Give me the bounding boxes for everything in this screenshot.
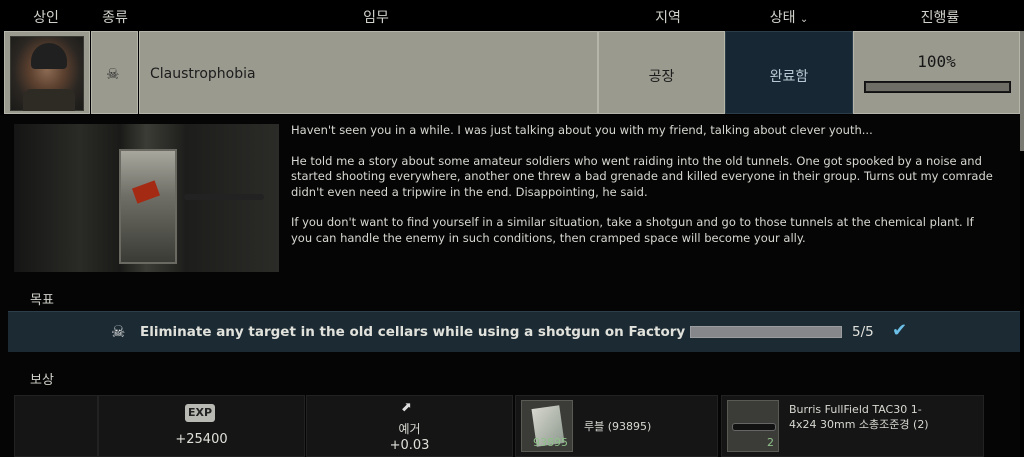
- header-status-label: 상태: [769, 10, 796, 26]
- reputation-value: +0.03: [389, 438, 430, 453]
- header-progress: 진행률: [920, 10, 960, 26]
- objective-count: 5/5: [852, 324, 874, 340]
- quest-type-cell: ☠: [91, 31, 138, 114]
- money-label: 루블 (93895): [584, 418, 651, 434]
- scrollbar[interactable]: [1020, 31, 1024, 151]
- quest-location: 공장: [648, 69, 675, 85]
- money-name: 루블: [584, 420, 605, 433]
- objective-progress-bar: [690, 326, 842, 338]
- header-location: 지역: [655, 10, 681, 26]
- scope-slot-count: 2: [767, 436, 774, 449]
- quest-status: 완료함: [769, 69, 809, 85]
- header-type: 종류: [102, 10, 128, 26]
- rewards-row: EXP +25400 ⬈ 예거 +0.03 93895 루블 (93895) 2…: [0, 395, 1020, 457]
- trader-portrait-cell: [4, 31, 90, 114]
- rewards-heading: 보상: [30, 373, 54, 388]
- exp-value: +25400: [175, 432, 228, 447]
- quest-details: Haven't seen you in a while. I was just …: [0, 115, 1020, 457]
- scope-icon: [732, 423, 776, 431]
- header-status-sort[interactable]: 상태 ⌄: [760, 7, 818, 27]
- check-icon: ✔: [892, 320, 908, 341]
- quest-progress-text: 100%: [917, 52, 956, 71]
- objective-text: Eliminate any target in the old cellars …: [140, 324, 686, 340]
- exp-icon: EXP: [185, 404, 215, 422]
- reward-item[interactable]: 2 Burris FullField TAC30 1-4x24 30mm 소총조…: [721, 395, 984, 457]
- trader-avatar: [10, 36, 84, 111]
- reward-exp: EXP +25400: [98, 395, 305, 457]
- story-paragraph: If you don't want to find yourself in a …: [291, 215, 974, 245]
- reward-money[interactable]: 93895 루블 (93895): [515, 395, 718, 457]
- quest-progress-bar: [864, 81, 1011, 93]
- story-paragraph: He told me a story about some amateur so…: [291, 153, 993, 199]
- objective-row: ☠ Eliminate any target in the old cellar…: [8, 311, 1020, 352]
- quest-location-cell: 공장: [598, 31, 725, 114]
- reputation-trader: 예거: [398, 422, 421, 436]
- money-item-slot[interactable]: 93895: [521, 400, 573, 452]
- scope-label: Burris FullField TAC30 1-4x24 30mm 소총조준경…: [789, 403, 929, 431]
- chevron-down-icon: ⌄: [799, 14, 809, 25]
- story-paragraph: Haven't seen you in a while. I was just …: [291, 123, 873, 137]
- skull-icon: ☠: [106, 65, 120, 83]
- reward-reputation: ⬈ 예거 +0.03: [306, 395, 513, 457]
- objectives-heading: 목표: [30, 293, 54, 308]
- quest-image: [14, 124, 279, 272]
- quest-story: Haven't seen you in a while. I was just …: [291, 123, 996, 261]
- reputation-icon: ⬈: [401, 400, 412, 415]
- table-header: 상인 종류 임무 지역 상태 ⌄ 진행률: [0, 0, 1024, 31]
- money-slot-count: 93895: [533, 436, 568, 449]
- quest-name: Claustrophobia: [150, 66, 256, 82]
- quest-progress-fill: [866, 83, 1009, 91]
- quest-name-cell: Claustrophobia: [139, 31, 598, 114]
- quest-row[interactable]: ☠ Claustrophobia 공장 완료함 100%: [0, 31, 1024, 115]
- money-amount: (93895): [607, 420, 652, 433]
- reward-spacer: [14, 395, 98, 457]
- header-task: 임무: [363, 10, 389, 26]
- skull-icon: ☠: [111, 322, 126, 341]
- quest-status-cell: 완료함: [725, 31, 853, 114]
- quest-progress-cell: 100%: [853, 31, 1020, 114]
- header-trader: 상인: [33, 10, 59, 26]
- scope-item-slot[interactable]: 2: [727, 400, 779, 452]
